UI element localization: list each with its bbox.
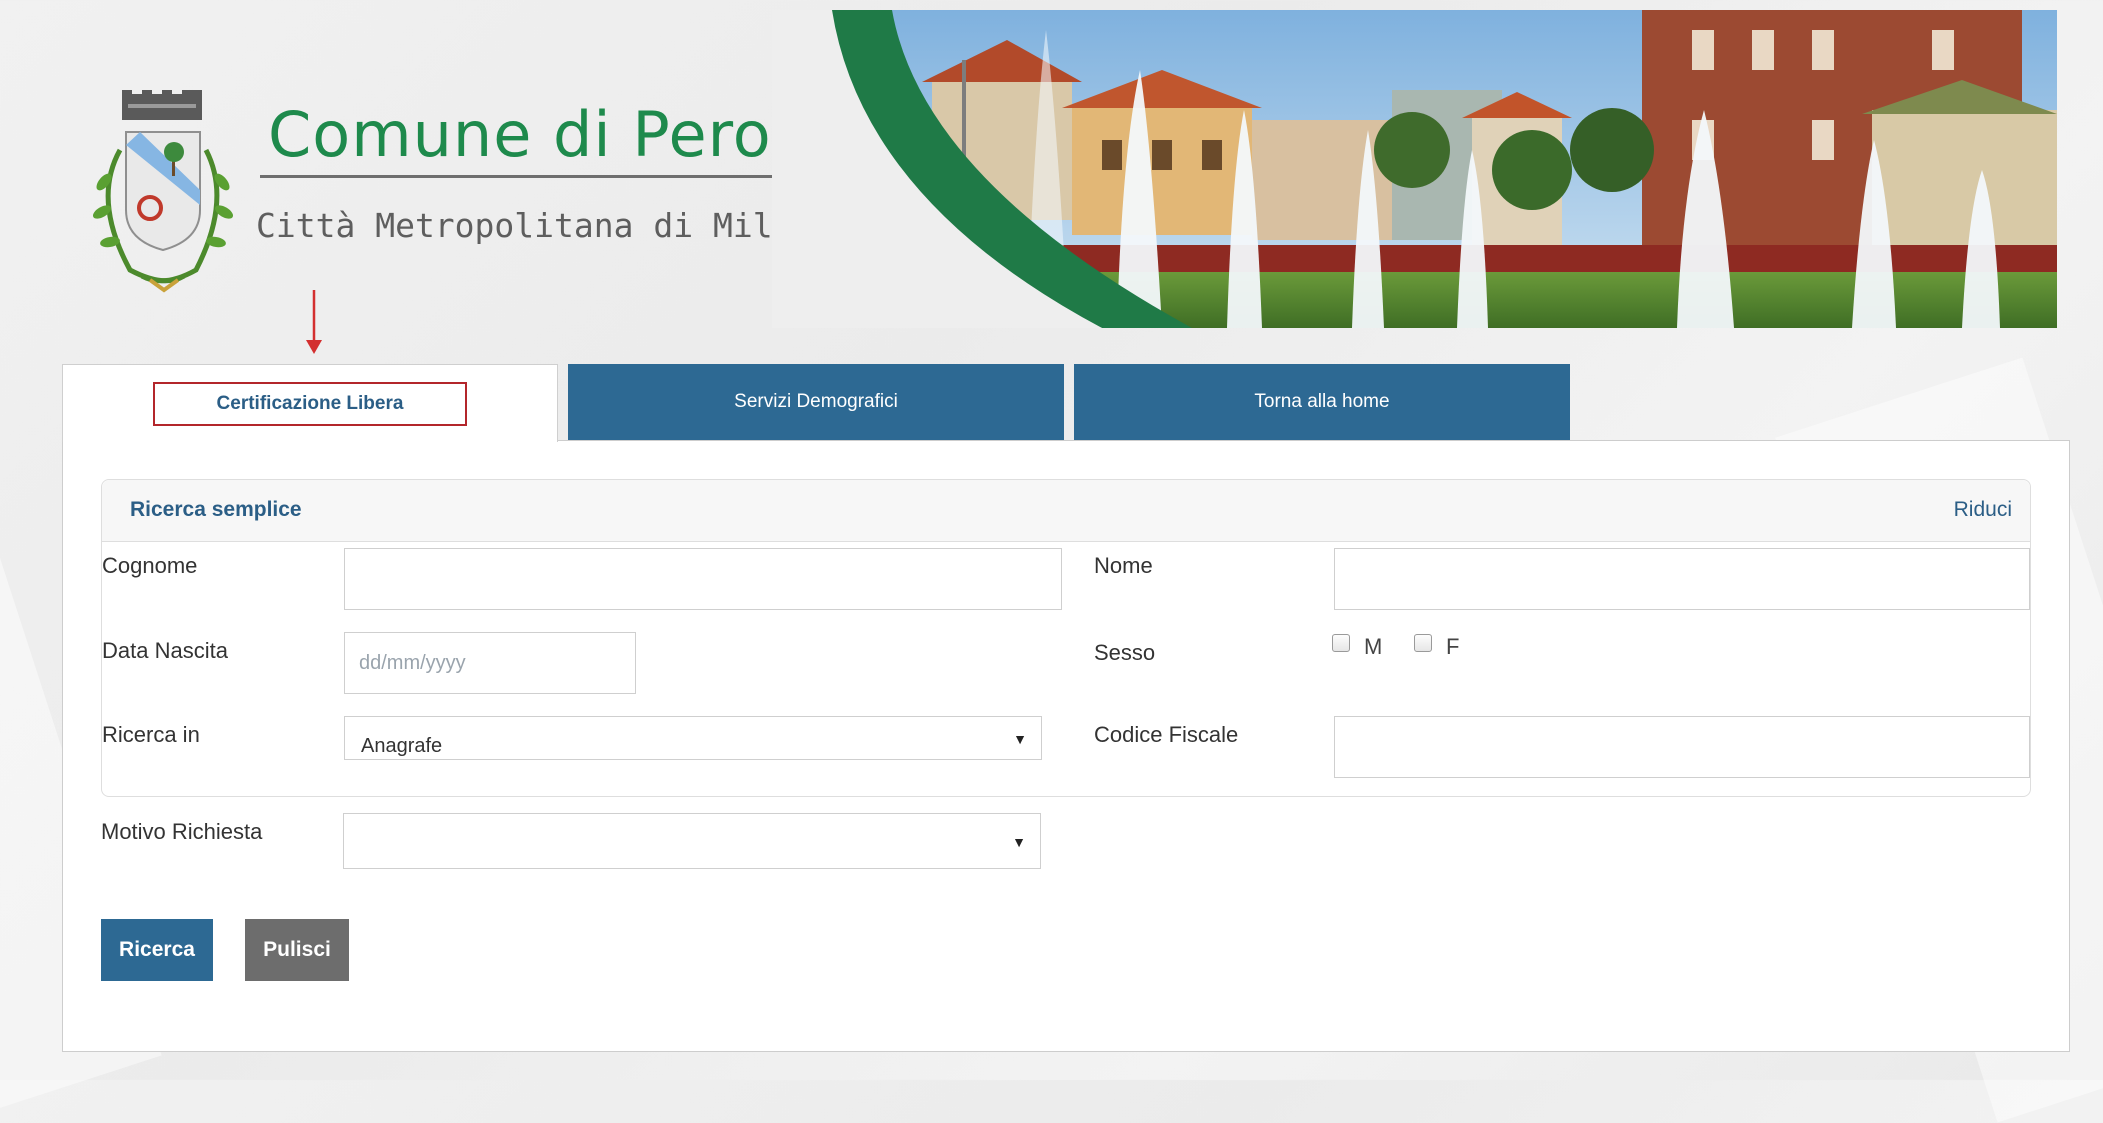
municipal-crest-icon [92, 90, 234, 293]
section-title: Ricerca semplice [130, 498, 302, 521]
site-header: Comune di Pero Città Metropolitana di Mi… [12, 10, 2057, 328]
sesso-f-checkbox[interactable] [1414, 634, 1432, 652]
title-divider [260, 175, 772, 178]
motivo-richiesta-label: Motivo Richiesta [101, 819, 263, 844]
search-button[interactable]: Ricerca [101, 919, 213, 981]
nome-label: Nome [1094, 553, 1153, 578]
ricerca-in-select[interactable]: Anagrafe ▼ [344, 716, 1042, 760]
cognome-label: Cognome [102, 553, 198, 578]
down-arrow-annotation-icon [306, 290, 322, 354]
search-panel: Ricerca semplice Riduci Cognome Nome Dat… [62, 440, 2070, 1052]
data-nascita-label: Data Nascita [102, 638, 228, 663]
site-subtitle: Città Metropolitana di Milano [256, 206, 833, 245]
ricerca-in-label: Ricerca in [102, 722, 200, 747]
section-header: Ricerca semplice Riduci [102, 480, 2030, 542]
motivo-richiesta-select[interactable]: ▼ [343, 813, 1041, 869]
codice-fiscale-label: Codice Fiscale [1094, 722, 1239, 747]
tab-label: Certificazione Libera [153, 381, 467, 426]
nome-input[interactable] [1334, 548, 2030, 610]
site-title: Comune di Pero [268, 98, 772, 171]
sesso-label: Sesso [1094, 640, 1156, 665]
dropdown-caret-icon: ▼ [1012, 834, 1026, 850]
ricerca-in-selected-value: Anagrafe [361, 735, 443, 757]
codice-fiscale-input[interactable] [1334, 716, 2030, 778]
tab-servizi-demografici[interactable]: Servizi Demografici [568, 364, 1064, 440]
header-banner-photo [772, 10, 2057, 328]
sesso-f-label: F [1446, 634, 1460, 659]
simple-search-section: Ricerca semplice Riduci Cognome Nome Dat… [101, 479, 2031, 797]
dropdown-caret-icon: ▼ [1013, 731, 1027, 747]
sesso-m-label: M [1364, 634, 1383, 659]
sesso-m-checkbox[interactable] [1332, 634, 1350, 652]
tab-certificazione-libera[interactable]: Certificazione Libera [62, 364, 558, 442]
tab-torna-alla-home[interactable]: Torna alla home [1074, 364, 1570, 440]
collapse-toggle-link[interactable]: Riduci [1954, 498, 2012, 522]
cognome-input[interactable] [344, 548, 1062, 610]
data-nascita-input[interactable] [344, 632, 636, 694]
clear-button[interactable]: Pulisci [245, 919, 349, 981]
